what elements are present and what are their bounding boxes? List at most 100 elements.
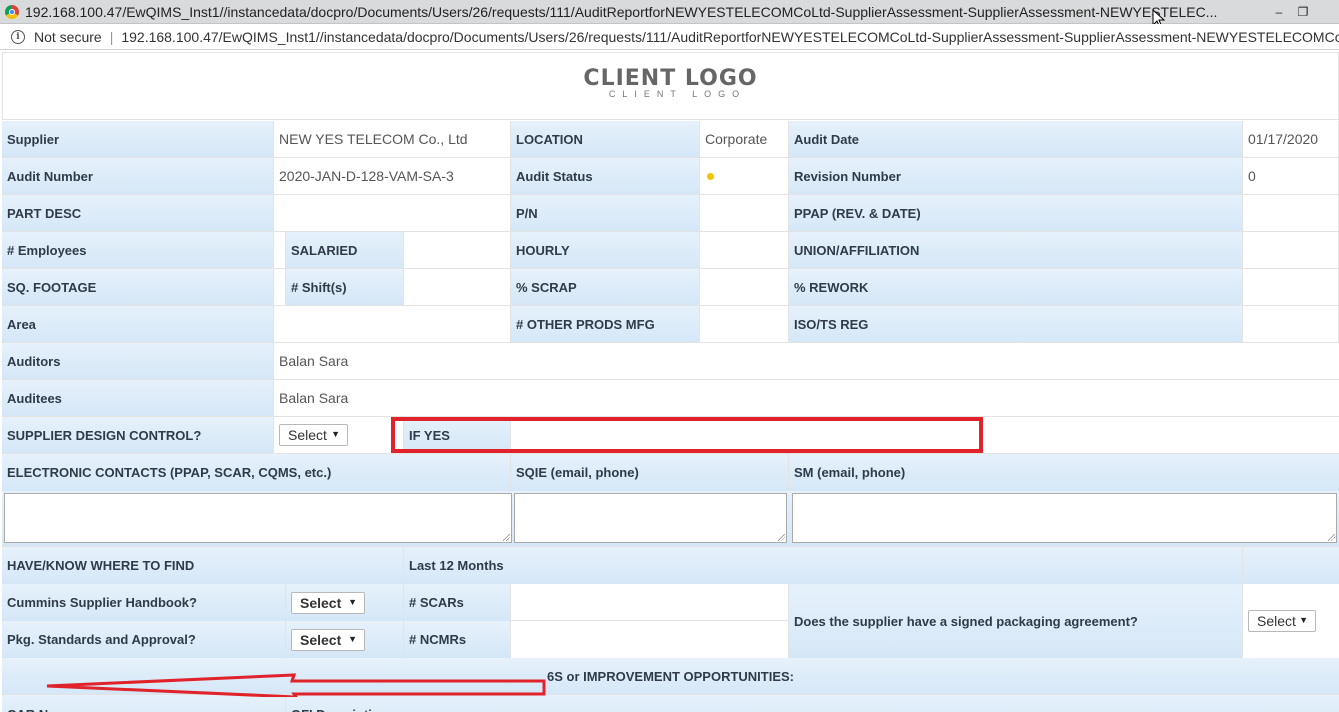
client-logo-main: CLIENT LOGO bbox=[583, 66, 758, 91]
caret-down-icon: ▼ bbox=[1299, 615, 1308, 625]
area-label: Area bbox=[2, 306, 274, 342]
supplier-label: Supplier bbox=[2, 121, 274, 157]
pkg-select-cell: Select ▼ bbox=[286, 621, 404, 658]
resize-grip-icon[interactable] bbox=[503, 534, 510, 541]
resize-grip-icon[interactable] bbox=[1328, 534, 1335, 541]
design-control-select[interactable]: Select ▼ bbox=[279, 424, 348, 446]
audit-date-value: 01/17/2020 bbox=[1243, 121, 1339, 157]
salaried-value bbox=[404, 232, 511, 268]
audit-status-value bbox=[700, 158, 789, 194]
address-bar[interactable]: i Not secure | 192.168.100.47/EwQIMS_Ins… bbox=[0, 24, 1339, 50]
packaging-select-cell: Select ▼ bbox=[1243, 584, 1339, 658]
hourly-value bbox=[700, 232, 789, 268]
rework-value bbox=[1243, 269, 1339, 305]
part-desc-value bbox=[274, 195, 511, 231]
address-separator: | bbox=[109, 28, 114, 45]
last-12-months-label: Last 12 Months bbox=[404, 547, 1243, 584]
window-titlebar: 192.168.100.47/EwQIMS_Inst1//instancedat… bbox=[0, 0, 1339, 29]
last-12-months-spacer bbox=[1243, 547, 1339, 584]
scrap-value bbox=[700, 269, 789, 305]
audit-number-label: Audit Number bbox=[2, 158, 274, 194]
client-logo-sub: CLIENT LOGO bbox=[608, 89, 747, 99]
iso-value bbox=[1243, 306, 1339, 342]
row-contacts-inputs bbox=[2, 491, 1339, 547]
audit-report-page: CLIENT LOGO CLIENT LOGO Supplier NEW YES… bbox=[0, 50, 1339, 712]
pkg-select-value: Select bbox=[300, 631, 342, 648]
auditees-label: Auditees bbox=[2, 380, 274, 416]
sqie-label: SQIE (email, phone) bbox=[511, 454, 789, 491]
union-value bbox=[1243, 232, 1339, 268]
auditees-value: Balan Sara bbox=[274, 380, 1339, 416]
scars-label: # SCARs bbox=[404, 584, 511, 621]
auditors-value: Balan Sara bbox=[274, 343, 1339, 379]
packaging-select[interactable]: Select ▼ bbox=[1248, 610, 1316, 632]
union-label: UNION/AFFILIATION bbox=[789, 232, 1243, 268]
area-value bbox=[274, 306, 511, 342]
pn-value bbox=[700, 195, 789, 231]
revision-label: Revision Number bbox=[789, 158, 1243, 194]
packaging-select-value: Select bbox=[1257, 613, 1296, 629]
sqie-textarea[interactable] bbox=[514, 493, 787, 543]
caret-down-icon: ▼ bbox=[348, 633, 357, 644]
handbook-select-cell: Select ▼ bbox=[286, 584, 404, 621]
employees-value bbox=[274, 232, 286, 268]
electronic-contacts-label: ELECTRONIC CONTACTS (PPAP, SCAR, CQMS, e… bbox=[2, 454, 511, 491]
row-find-header: HAVE/KNOW WHERE TO FIND Last 12 Months bbox=[2, 547, 1339, 584]
design-control-cell: Select ▼ bbox=[274, 417, 404, 453]
have-know-label: HAVE/KNOW WHERE TO FIND bbox=[2, 547, 404, 584]
other-prods-label: # OTHER PRODS MFG bbox=[511, 306, 700, 342]
employees-label: # Employees bbox=[2, 232, 274, 268]
rework-label: % REWORK bbox=[789, 269, 1243, 305]
row-auditors: Auditors Balan Sara bbox=[2, 343, 1339, 380]
supplier-value: NEW YES TELECOM Co., Ltd bbox=[274, 121, 511, 157]
handbook-select-value: Select bbox=[300, 594, 342, 611]
location-label: LOCATION bbox=[511, 121, 700, 157]
restore-icon[interactable]: ❐ bbox=[1290, 0, 1316, 24]
design-control-select-value: Select bbox=[288, 427, 327, 443]
resize-grip-icon[interactable] bbox=[778, 534, 785, 541]
minimize-icon[interactable]: – bbox=[1266, 0, 1292, 24]
url-text[interactable]: 192.168.100.47/EwQIMS_Inst1//instancedat… bbox=[121, 29, 1339, 45]
row-part-desc: PART DESC P/N PPAP (REV. & DATE) bbox=[2, 195, 1339, 232]
salaried-label: SALARIED bbox=[286, 232, 404, 268]
handbook-select[interactable]: Select ▼ bbox=[291, 591, 365, 614]
scars-value[interactable] bbox=[511, 584, 789, 621]
sm-textarea[interactable] bbox=[792, 493, 1337, 543]
row-area: Area # OTHER PRODS MFG ISO/TS REG bbox=[2, 306, 1339, 343]
design-control-label: SUPPLIER DESIGN CONTROL? bbox=[2, 417, 274, 453]
info-icon[interactable]: i bbox=[11, 29, 25, 44]
shifts-value bbox=[404, 269, 511, 305]
sm-label: SM (email, phone) bbox=[789, 454, 1339, 491]
handbook-label: Cummins Supplier Handbook? bbox=[2, 584, 286, 621]
packaging-agreement-label: Does the supplier have a signed packagin… bbox=[789, 584, 1243, 658]
iso-label: ISO/TS REG bbox=[789, 306, 1243, 342]
ppap-label: PPAP (REV. & DATE) bbox=[789, 195, 1243, 231]
scrap-label: % SCRAP bbox=[511, 269, 700, 305]
sq-footage-value bbox=[274, 269, 286, 305]
hourly-label: HOURLY bbox=[511, 232, 700, 268]
ncmrs-label: # NCMRs bbox=[404, 621, 511, 658]
pkg-select[interactable]: Select ▼ bbox=[291, 628, 365, 651]
part-desc-label: PART DESC bbox=[2, 195, 274, 231]
security-label: Not secure bbox=[34, 28, 102, 45]
caret-down-icon: ▼ bbox=[348, 596, 357, 607]
audit-status-label: Audit Status bbox=[511, 158, 700, 194]
row-contacts-header: ELECTRONIC CONTACTS (PPAP, SCAR, CQMS, e… bbox=[2, 454, 1339, 491]
audit-date-label: Audit Date bbox=[789, 121, 1243, 157]
chrome-logo-icon bbox=[5, 4, 19, 19]
row-supplier: Supplier NEW YES TELECOM Co., Ltd LOCATI… bbox=[2, 121, 1339, 158]
row-audit-number: Audit Number 2020-JAN-D-128-VAM-SA-3 Aud… bbox=[2, 158, 1339, 195]
row-car-header: CAR N... OFI Descripti... bbox=[2, 695, 1339, 712]
client-logo: CLIENT LOGO CLIENT LOGO bbox=[2, 52, 1339, 120]
car-number-label: CAR N... bbox=[2, 695, 286, 712]
other-prods-value bbox=[700, 306, 789, 342]
ncmrs-value[interactable] bbox=[511, 621, 789, 658]
revision-value: 0 bbox=[1243, 158, 1339, 194]
row-sq-footage: SQ. FOOTAGE # Shift(s) % SCRAP % REWORK bbox=[2, 269, 1339, 306]
location-value: Corporate bbox=[700, 121, 789, 157]
audit-number-value: 2020-JAN-D-128-VAM-SA-3 bbox=[274, 158, 511, 194]
electronic-contacts-textarea[interactable] bbox=[4, 493, 512, 543]
sq-footage-label: SQ. FOOTAGE bbox=[2, 269, 274, 305]
status-dot-icon bbox=[707, 172, 714, 180]
window-title: 192.168.100.47/EwQIMS_Inst1//instancedat… bbox=[25, 3, 1218, 20]
